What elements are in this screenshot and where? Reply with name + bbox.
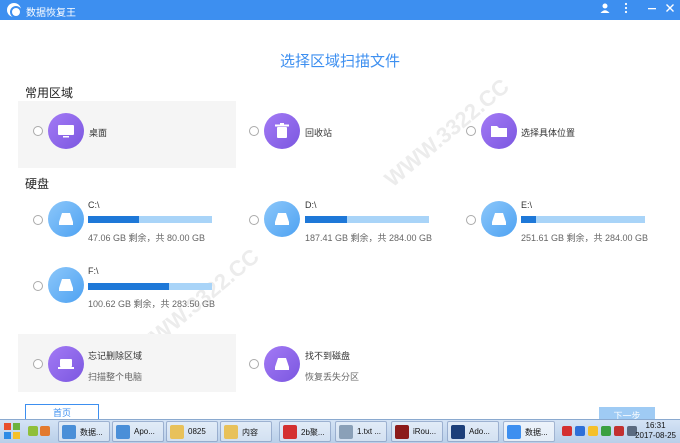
taskbar-item[interactable]: Apo... [112, 421, 164, 442]
quick-launch-icon[interactable] [40, 426, 50, 436]
disk-label: D:\ [305, 200, 317, 210]
taskbar-item-label: Ado... [469, 427, 490, 436]
folder-icon [170, 425, 184, 439]
taskbar-item-label: 2b聚... [301, 428, 325, 437]
taskbar-item[interactable]: 2b聚... [279, 421, 331, 442]
browser-icon [62, 425, 76, 439]
taskbar-item-label: Apo... [134, 427, 155, 436]
taskbar-item[interactable]: Ado... [447, 421, 499, 442]
taskbar-item-label: 0825 [188, 427, 206, 436]
disk-usage-bar [305, 216, 429, 223]
disk-usage-fill [88, 283, 169, 290]
taskbar-item[interactable]: 数据... [58, 421, 110, 442]
disk-usage-bar [88, 283, 212, 290]
hard-disk-icon [264, 201, 300, 237]
disk-label: C:\ [88, 200, 100, 210]
disk-space-info: 47.06 GB 剩余，共 80.00 GB [88, 233, 206, 243]
app-window: 数据恢复王 WWW.3322.CC WWW.3322.CC 选择区域扫描文件 常… [0, 0, 680, 443]
title-bar: 数据恢复王 [0, 0, 680, 20]
recycle-bin-icon [264, 113, 300, 149]
start-button[interactable] [2, 421, 22, 441]
disk-space-info: 100.62 GB 剩余，共 283.50 GB [88, 299, 216, 309]
quick-launch-icon[interactable] [28, 426, 38, 436]
app-logo-icon [7, 3, 22, 18]
disk-usage-fill [88, 216, 139, 223]
disk-label: E:\ [521, 200, 533, 210]
extra-item-label: 找不到磁盘 [305, 351, 351, 361]
tray-icon[interactable] [588, 426, 598, 436]
notepad-icon [339, 425, 353, 439]
browser-icon [116, 425, 130, 439]
menu-icon[interactable] [618, 2, 634, 18]
app-icon [395, 425, 409, 439]
taskbar-item-label: 数据... [80, 428, 103, 437]
disk-usage-bar [88, 216, 212, 223]
disk-usage-fill [521, 216, 536, 223]
radio-button[interactable] [249, 126, 259, 136]
minimize-icon[interactable] [644, 2, 660, 18]
app-icon [507, 425, 521, 439]
hard-disk-icon [481, 201, 517, 237]
radio-button[interactable] [33, 359, 43, 369]
hard-disk-icon [48, 267, 84, 303]
taskbar-item-label: iRou... [413, 427, 437, 436]
lost-partition-icon [264, 346, 300, 382]
extra-item-label: 忘记删除区域 [88, 351, 143, 361]
folder-icon [224, 425, 238, 439]
taskbar-item[interactable]: iRou... [391, 421, 443, 442]
photoshop-icon [451, 425, 465, 439]
window-title: 数据恢复王 [26, 8, 76, 19]
disk-space-info: 187.41 GB 剩余，共 284.00 GB [305, 233, 433, 243]
taskbar-item-active[interactable]: 数据... [503, 421, 555, 442]
folder-icon [481, 113, 517, 149]
radio-button[interactable] [249, 359, 259, 369]
clock-time: 16:31 [645, 421, 666, 430]
common-item-label: 桌面 [89, 128, 108, 138]
desktop-icon [48, 113, 84, 149]
clock[interactable]: 16:31 2017-08-25 [635, 421, 676, 441]
taskbar-item[interactable]: 内容 [220, 421, 272, 442]
app-icon [283, 425, 297, 439]
taskbar-item-label: 1.txt ... [357, 427, 382, 436]
disk-label: F:\ [88, 266, 99, 276]
common-section-title: 常用区域 [25, 86, 74, 100]
taskbar-item[interactable]: 1.txt ... [335, 421, 387, 442]
disk-space-info: 251.61 GB 剩余，共 284.00 GB [521, 233, 649, 243]
hard-disk-icon [48, 201, 84, 237]
tray-icon[interactable] [562, 426, 572, 436]
close-icon[interactable] [662, 2, 678, 18]
taskbar-item-label: 内容 [242, 428, 258, 437]
tray-icon[interactable] [614, 426, 624, 436]
tray-icon[interactable] [575, 426, 585, 436]
extra-item-sub: 恢复丢失分区 [305, 372, 360, 382]
tray-icon[interactable] [601, 426, 611, 436]
radio-button[interactable] [466, 126, 476, 136]
disks-section-title: 硬盘 [25, 177, 50, 191]
taskbar-item[interactable]: 0825 [166, 421, 218, 442]
disk-usage-fill [305, 216, 348, 223]
radio-button[interactable] [466, 215, 476, 225]
common-item-label: 回收站 [305, 128, 333, 138]
extra-item-sub: 扫描整个电脑 [88, 372, 143, 382]
clock-date: 2017-08-25 [635, 431, 676, 440]
radio-button[interactable] [33, 281, 43, 291]
page-heading: 选择区域扫描文件 [279, 53, 400, 70]
user-icon[interactable] [597, 2, 613, 18]
laptop-scan-icon [48, 346, 84, 382]
common-item-label: 选择具体位置 [521, 128, 576, 138]
radio-button[interactable] [33, 126, 43, 136]
disk-usage-bar [521, 216, 645, 223]
radio-button[interactable] [33, 215, 43, 225]
radio-button[interactable] [249, 215, 259, 225]
taskbar-item-label: 数据... [525, 428, 548, 437]
